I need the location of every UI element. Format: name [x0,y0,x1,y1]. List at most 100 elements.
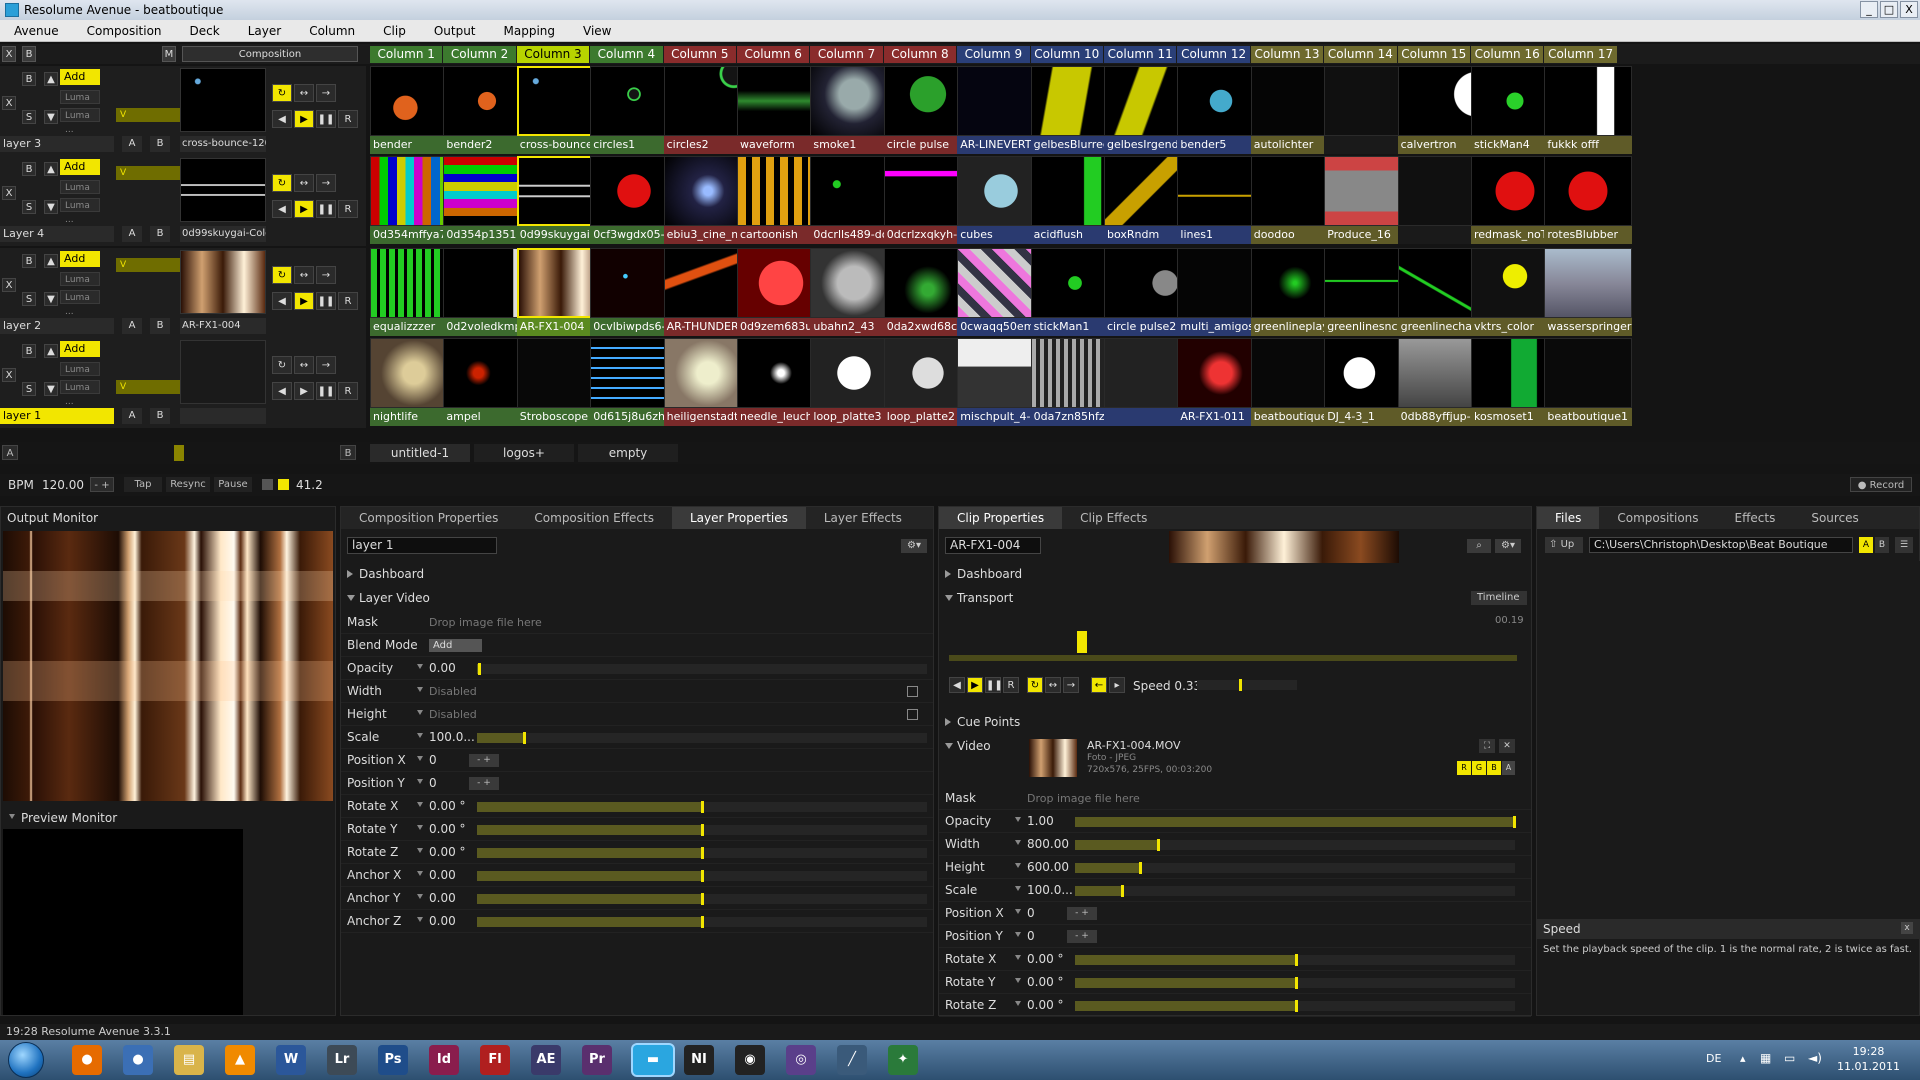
view-b-toggle[interactable]: B [1875,537,1889,553]
restart-button[interactable]: R [338,382,358,400]
taskbar-stickman-icon[interactable]: ✦ [888,1045,918,1075]
remove-icon[interactable]: ✕ [1499,739,1515,753]
menu-item-deck[interactable]: Deck [176,24,234,38]
property-value[interactable]: Disabled [429,680,477,703]
property-value[interactable]: 100.0... [1027,879,1073,902]
loop-icon[interactable]: ↻ [272,356,292,374]
layer-up-arrow-icon[interactable]: ▲ [44,344,58,358]
play-once-icon[interactable]: → [316,266,336,284]
property-slider-handle[interactable] [1157,839,1160,851]
clip_panel-tab-1[interactable]: Clip Properties [939,507,1063,529]
property-menu-arrow-icon[interactable] [417,779,423,784]
blend-mode-dropdown[interactable]: Add [60,251,100,267]
property-row-position-y[interactable]: Position Y 0 - + [939,925,1531,948]
layer-clear-button[interactable]: X [2,96,16,110]
taskbar-nuendo-icon[interactable]: NI [684,1045,714,1075]
layer-dashboard-section[interactable]: Dashboard [341,563,933,585]
property-slider-handle[interactable] [1139,862,1142,874]
clip-dashboard-section[interactable]: Dashboard [939,563,1531,585]
pause-icon[interactable]: ❚❚ [316,110,336,128]
property-value[interactable]: 0.00 ° [1027,948,1064,971]
column-header-1[interactable]: Column 1 [370,46,443,63]
property-slider-handle[interactable] [523,732,526,744]
property-menu-arrow-icon[interactable] [1015,863,1021,868]
restart-button[interactable]: R [1003,677,1019,693]
taskbar-indesign-icon[interactable]: Id [429,1045,459,1075]
play-forward-button[interactable]: ▶ [294,292,314,310]
column-header-15[interactable]: Column 15 [1397,46,1470,63]
enable-checkbox[interactable] [907,709,918,720]
column-header-4[interactable]: Column 4 [590,46,663,63]
menu-item-layer[interactable]: Layer [234,24,295,38]
taskbar-vlc-icon[interactable]: ▲ [225,1045,255,1075]
property-value[interactable]: 0 [1027,925,1035,948]
taskbar-explorer-icon[interactable]: ▤ [174,1045,204,1075]
timeline-dropdown[interactable]: Timeline [1471,591,1527,605]
position-stepper[interactable]: - + [1067,930,1097,943]
pause-icon[interactable]: ❚❚ [316,292,336,310]
bounce-icon[interactable]: ↔ [1045,677,1061,693]
taskbar-lightroom-icon[interactable]: Lr [327,1045,357,1075]
speed-slider-handle[interactable] [1239,679,1242,691]
property-row-position-y[interactable]: Position Y 0 - + [341,772,933,795]
restart-button[interactable]: R [338,110,358,128]
preview-monitor-header[interactable]: Preview Monitor [1,807,337,829]
luma-dropdown[interactable]: Luma ... [60,362,100,389]
property-row-position-x[interactable]: Position X 0 - + [939,902,1531,925]
layer-clear-button[interactable]: X [2,186,16,200]
property-row-mask[interactable]: Mask Drop image file here [341,611,933,634]
property-menu-arrow-icon[interactable] [417,710,423,715]
blend-mode-dropdown[interactable]: Add [60,69,100,85]
property-row-anchor-y[interactable]: Anchor Y 0.00 [341,887,933,910]
loop-icon[interactable]: ↻ [272,84,292,102]
comp_panel-tab-3[interactable]: Layer Properties [671,507,806,529]
property-menu-arrow-icon[interactable] [417,802,423,807]
property-slider-handle[interactable] [701,824,704,836]
layer-opacity-bar[interactable]: V [116,258,180,272]
file-browser-list[interactable] [1537,561,1920,921]
list-view-icon[interactable]: ☰ [1895,537,1913,553]
clip-slot[interactable]: beatboutique1 [1544,338,1633,428]
luma-dropdown[interactable]: Luma ... [60,180,100,207]
property-row-height[interactable]: Height 600.00 [939,856,1531,879]
property-menu-arrow-icon[interactable] [1015,840,1021,845]
property-value[interactable]: 800.00 [1027,833,1069,856]
property-value[interactable]: 0.00 [429,887,456,910]
property-menu-arrow-icon[interactable] [417,917,423,922]
taskbar-resolume-icon[interactable]: ▬ [633,1045,673,1075]
blue-channel-toggle[interactable]: B [1487,761,1501,775]
property-slider-handle[interactable] [701,801,704,813]
play-forward-button[interactable]: ▶ [294,200,314,218]
layer-deck-a-button[interactable]: A [122,318,142,334]
clip-slot[interactable]: wasserspringer1 [1544,248,1633,338]
layer-up-arrow-icon[interactable]: ▲ [44,162,58,176]
property-row-anchor-x[interactable]: Anchor X 0.00 [341,864,933,887]
deck-tab-1[interactable]: untitled-1 [370,444,470,462]
taskbar-thunderbird-icon[interactable]: ● [123,1045,153,1075]
taskbar-ableton-icon[interactable]: ◉ [735,1045,765,1075]
play-forward-button[interactable]: ▶ [967,677,983,693]
column-header-3[interactable]: Column 3 [516,46,590,63]
network-icon[interactable]: ▦ [1760,1051,1771,1065]
luma-dropdown[interactable]: Luma ... [60,198,100,225]
clock[interactable]: 19:28 11.01.2011 [1837,1044,1900,1074]
language-indicator[interactable]: DE [1706,1052,1721,1065]
property-row-scale[interactable]: Scale 100.0... [341,726,933,749]
layer-name[interactable]: layer 1 [0,408,114,424]
deck-tab-2[interactable]: logos+ [474,444,574,462]
layer-solo-button[interactable]: S [22,382,36,396]
enable-checkbox[interactable] [907,686,918,697]
green-channel-toggle[interactable]: G [1472,761,1486,775]
layer-deck-a-button[interactable]: A [122,136,142,152]
clip_panel-tab-2[interactable]: Clip Effects [1062,507,1165,529]
clip-slot[interactable]: rotesBlubber [1544,156,1633,246]
resync-button[interactable]: Resync [166,477,210,492]
deck-tab-3[interactable]: empty [578,444,678,462]
blend-mode-dropdown[interactable]: Add [60,159,100,175]
clip-video-section[interactable]: Video [939,735,1531,757]
layer-bypass-button[interactable]: B [22,162,36,176]
property-slider-handle[interactable] [1513,816,1516,828]
property-menu-arrow-icon[interactable] [1015,1001,1021,1006]
files_panel-tab-4[interactable]: Sources [1793,507,1876,529]
column-header-14[interactable]: Column 14 [1324,46,1397,63]
